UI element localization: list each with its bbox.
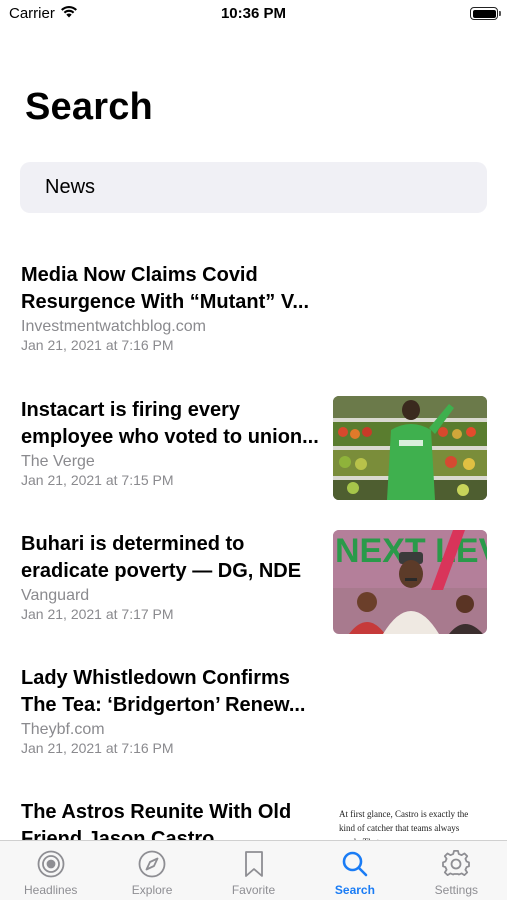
list-item[interactable]: Buhari is determined to eradicate povert…: [0, 530, 507, 651]
tab-headlines[interactable]: Headlines: [0, 841, 101, 900]
search-icon: [340, 849, 370, 879]
list-item[interactable]: Instacart is firing every employee who v…: [0, 396, 507, 517]
status-bar: Carrier 10:36 PM: [0, 0, 507, 30]
article-thumbnail: NEXT LEVEL: [333, 530, 487, 634]
tab-settings[interactable]: Settings: [406, 841, 507, 900]
article-thumbnail: [333, 396, 487, 500]
bookmark-icon: [239, 849, 269, 879]
article-source: Theybf.com: [21, 721, 105, 738]
headlines-icon: [36, 849, 66, 879]
tab-favorite[interactable]: Favorite: [203, 841, 304, 900]
tab-label: Favorite: [231, 883, 276, 897]
compass-icon: [137, 849, 167, 879]
article-title: Lady Whistledown Confirms The Tea: ‘Brid…: [21, 667, 306, 716]
list-item[interactable]: Lady Whistledown Confirms The Tea: ‘Brid…: [0, 665, 507, 785]
tab-explore[interactable]: Explore: [101, 841, 202, 900]
clock: 10:36 PM: [220, 5, 287, 22]
tab-label: Headlines: [24, 883, 78, 897]
tab-label: Search: [334, 883, 375, 897]
article-source: Vanguard: [21, 587, 90, 604]
article-date: Jan 21, 2021 at 7:17 PM: [21, 606, 174, 622]
article-date: Jan 21, 2021 at 7:16 PM: [21, 740, 174, 756]
tab-search[interactable]: Search: [304, 841, 405, 900]
article-date: Jan 21, 2021 at 7:16 PM: [21, 337, 174, 353]
gear-icon: [441, 849, 471, 879]
battery-icon: [470, 7, 501, 20]
tab-label: Settings: [434, 883, 478, 897]
article-title: Media Now Claims Covid Resurgence With “…: [21, 264, 310, 313]
tab-bar: Headlines Explore Favorite Search Settin…: [0, 840, 507, 900]
article-source: The Verge: [21, 453, 95, 470]
tab-label: Explore: [131, 883, 173, 897]
article-date: Jan 21, 2021 at 7:15 PM: [21, 472, 174, 488]
article-title: Buhari is determined to eradicate povert…: [21, 533, 302, 582]
list-item[interactable]: Media Now Claims Covid Resurgence With “…: [0, 262, 507, 382]
article-source: Investmentwatchblog.com: [21, 318, 206, 335]
page-title: Search: [25, 86, 153, 128]
search-input[interactable]: [20, 162, 487, 213]
article-title: Instacart is firing every employee who v…: [21, 399, 319, 448]
